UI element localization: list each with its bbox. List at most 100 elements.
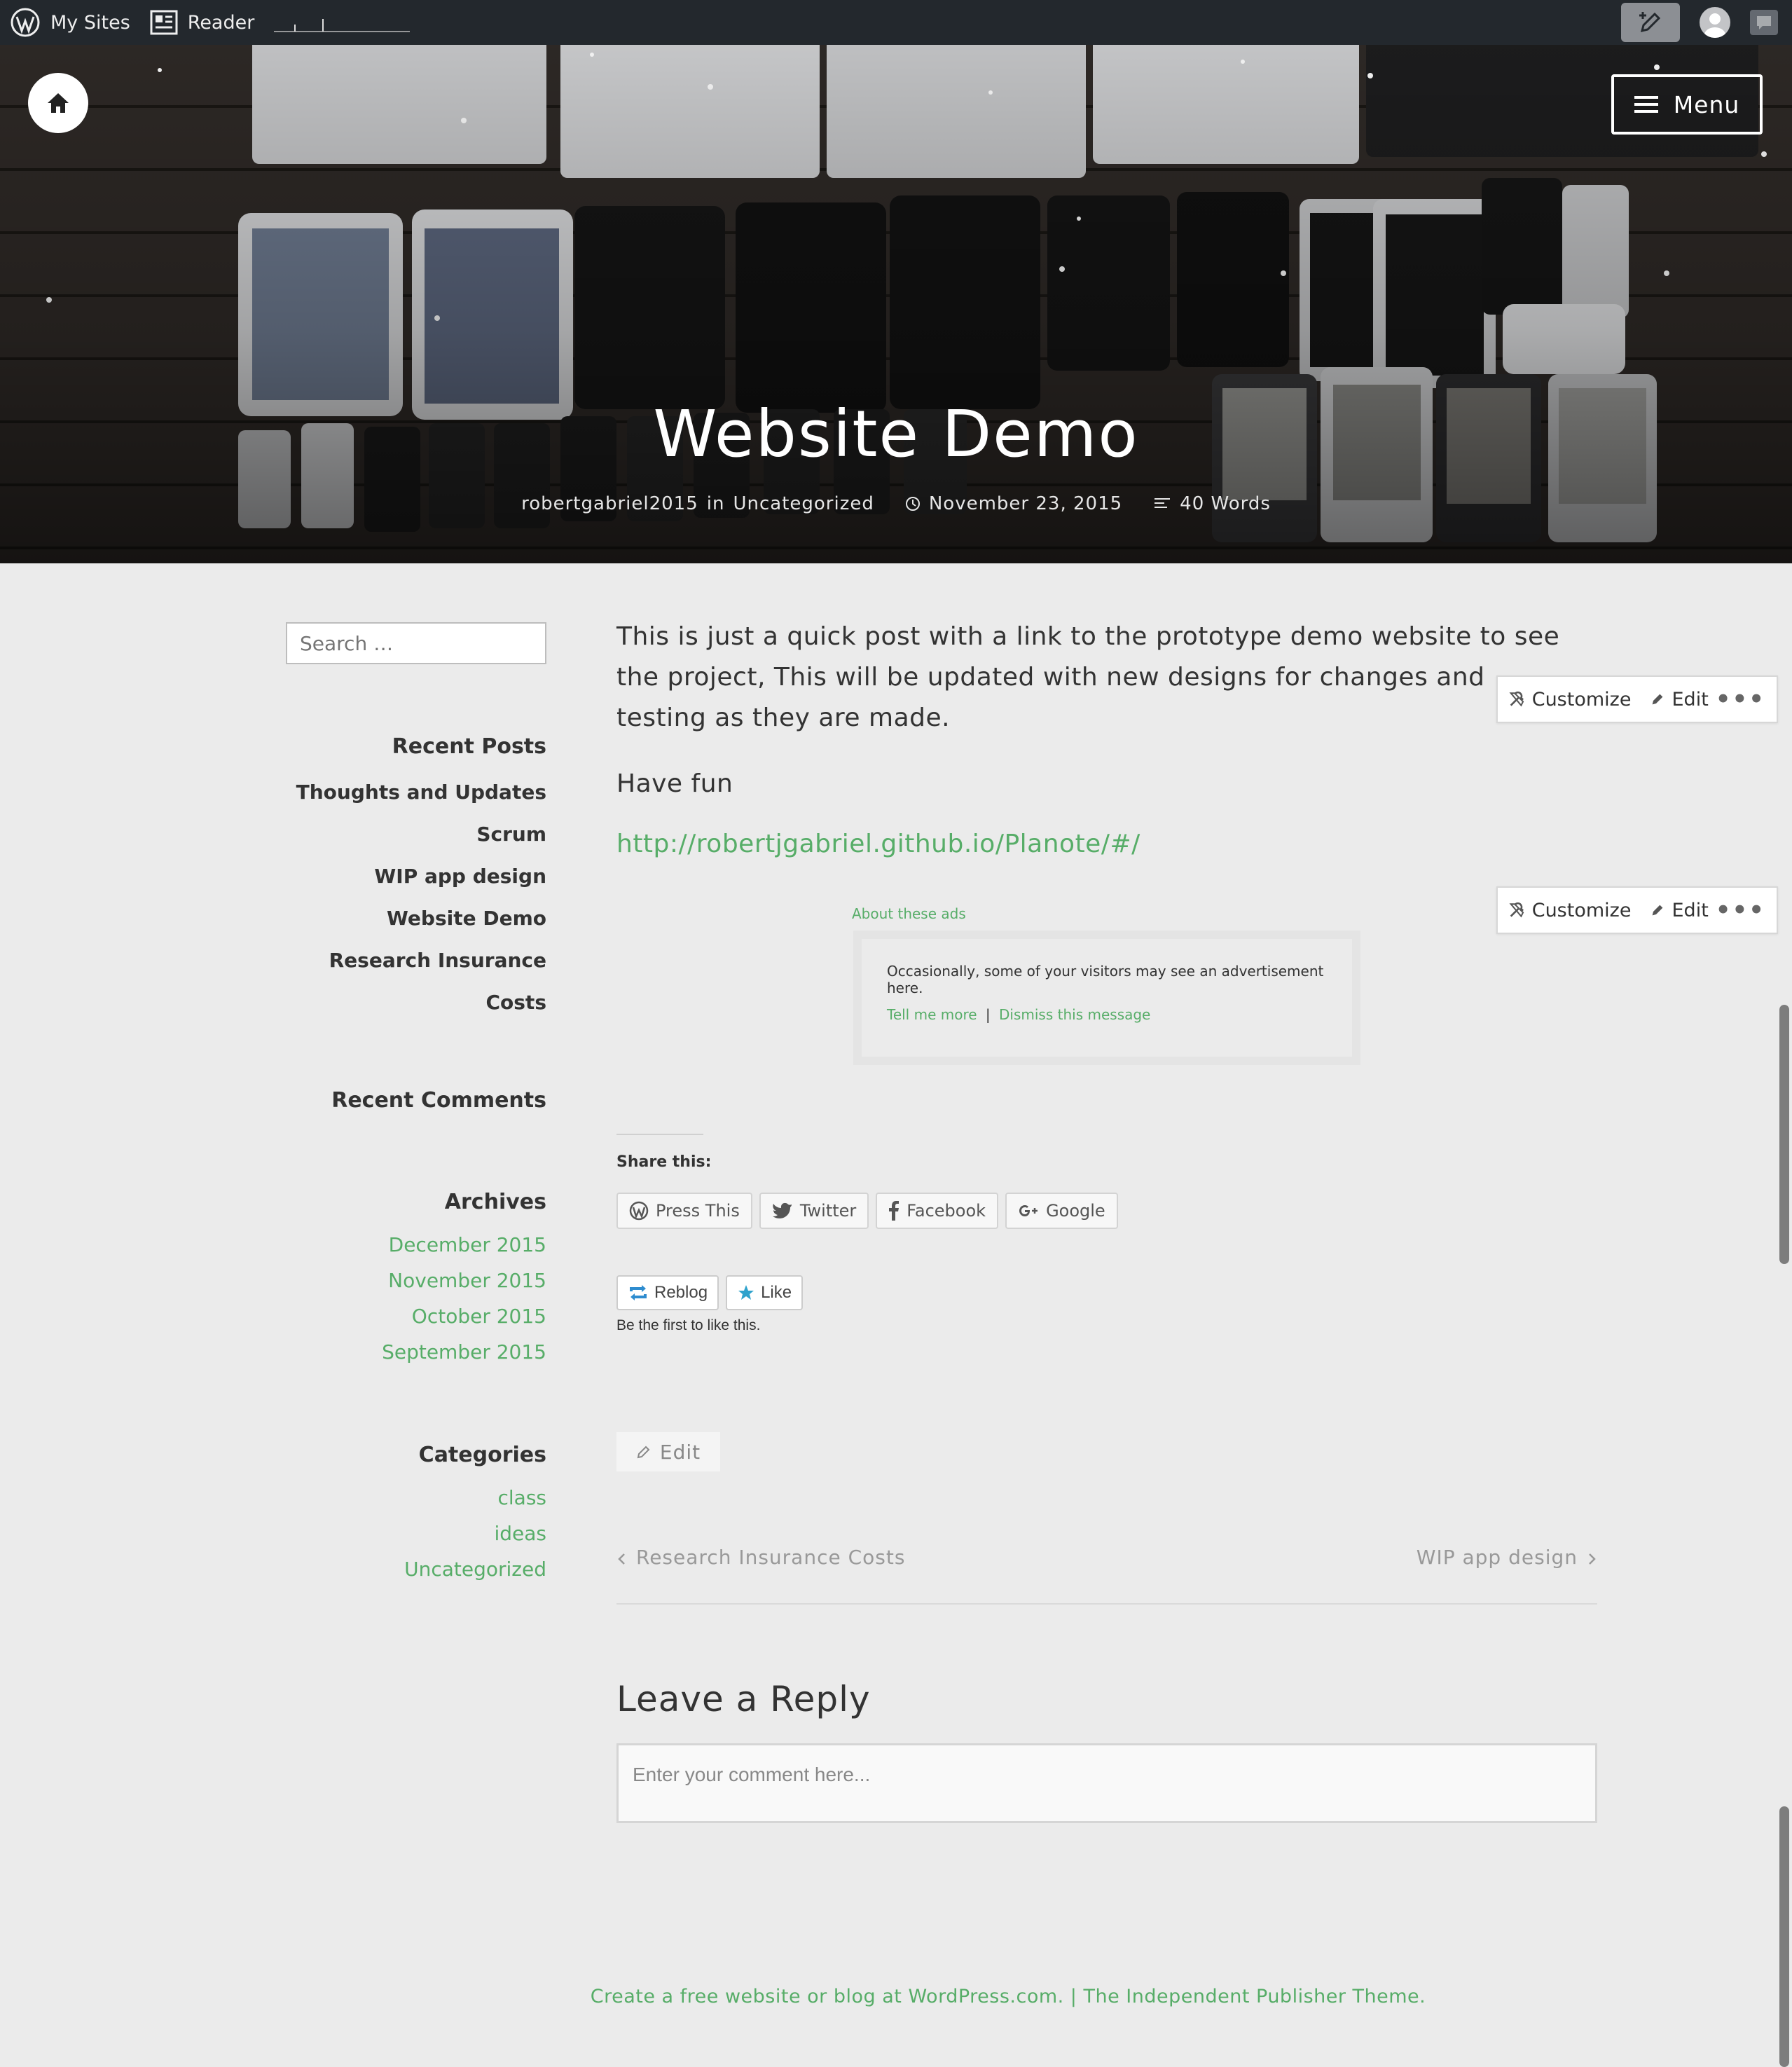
edit-post-label: Edit: [659, 1440, 701, 1464]
recent-post-link[interactable]: Scrum: [286, 813, 546, 856]
reblog-label: Reblog: [654, 1283, 708, 1302]
stats-sparkline-icon[interactable]: [274, 12, 411, 33]
pencil-icon: [1653, 905, 1663, 916]
chevron-right-icon: [1589, 1553, 1596, 1565]
press-this-label: Press This: [656, 1201, 740, 1221]
post-title: Website Demo: [653, 397, 1139, 472]
notifications-button[interactable]: [1750, 10, 1778, 35]
facebook-icon: [889, 1201, 900, 1221]
google-label: Google: [1046, 1201, 1105, 1221]
word-count-label: 40 Words: [1180, 493, 1271, 514]
tell-me-more-link[interactable]: Tell me more: [887, 1006, 977, 1023]
ad-separator: |: [985, 1006, 991, 1023]
clock-icon: [905, 497, 920, 511]
user-avatar[interactable]: [1700, 7, 1730, 38]
author-link[interactable]: robertgabriel2015: [521, 493, 698, 514]
categories-title: Categories: [418, 1443, 546, 1467]
archives-widget: Archives December 2015 November 2015 Oct…: [286, 1190, 546, 1370]
recent-posts-widget: Recent Posts Thoughts and Updates Scrum …: [286, 734, 546, 1024]
like-label: Like: [761, 1283, 792, 1302]
archives-title: Archives: [444, 1190, 546, 1214]
twitter-icon: [772, 1202, 792, 1218]
archive-link[interactable]: September 2015: [286, 1334, 546, 1370]
next-post-label: WIP app design: [1416, 1546, 1578, 1569]
scrollbar-thumb[interactable]: [1779, 1806, 1789, 2067]
ad-notice: Occasionally, some of your visitors may …: [853, 931, 1360, 1065]
my-sites-menu[interactable]: My Sites: [0, 0, 140, 45]
pencil-icon: [1653, 694, 1663, 705]
facebook-label: Facebook: [907, 1201, 986, 1221]
byline: robertgabriel2015 in Uncategorized: [521, 493, 874, 514]
search-input[interactable]: [286, 622, 546, 664]
about-ads-link[interactable]: About these ads: [852, 905, 966, 922]
notification-bubble-icon: [1757, 16, 1771, 29]
write-post-button[interactable]: [1621, 3, 1680, 42]
dismiss-message-link[interactable]: Dismiss this message: [999, 1006, 1150, 1023]
category-link[interactable]: ideas: [286, 1516, 546, 1551]
sidebar: Recent Posts Thoughts and Updates Scrum …: [286, 622, 546, 1587]
share-buttons: Press This Twitter Facebook Google: [616, 1193, 1118, 1229]
reader-label: Reader: [187, 11, 255, 34]
next-post-link[interactable]: WIP app design: [1417, 1546, 1597, 1603]
menu-button[interactable]: Menu: [1611, 74, 1763, 135]
twitter-label: Twitter: [799, 1201, 857, 1221]
first-like-text: Be the first to like this.: [616, 1317, 761, 1333]
ad-notice-text: Occasionally, some of your visitors may …: [887, 963, 1324, 996]
category-link[interactable]: class: [286, 1480, 546, 1516]
reply-title: Leave a Reply: [616, 1679, 871, 1719]
recent-comments-title: Recent Comments: [331, 1088, 546, 1113]
customize-link[interactable]: Customize: [1532, 900, 1632, 921]
recent-post-link[interactable]: Website Demo: [286, 898, 546, 940]
hero-overlay: [0, 45, 1792, 563]
recent-post-link[interactable]: Research Insurance Costs: [286, 940, 546, 1024]
archive-link[interactable]: December 2015: [286, 1227, 546, 1263]
categories-widget: Categories class ideas Uncategorized: [286, 1443, 546, 1587]
post-content: This is just a quick post with a link to…: [616, 617, 1597, 858]
edit-post-button[interactable]: Edit: [616, 1432, 720, 1471]
menu-label: Menu: [1673, 90, 1740, 118]
previous-post-label: Research Insurance Costs: [636, 1546, 906, 1569]
reblog-icon: [630, 1285, 647, 1300]
reader-menu[interactable]: Reader: [140, 0, 265, 45]
like-button[interactable]: Like: [726, 1275, 804, 1310]
site-footer[interactable]: Create a free website or blog at WordPre…: [0, 1986, 1792, 2007]
archive-link[interactable]: October 2015: [286, 1298, 546, 1334]
more-options-icon[interactable]: •••: [1716, 685, 1765, 713]
share-divider: [616, 1134, 703, 1135]
reader-icon: [150, 10, 178, 35]
date-link[interactable]: November 23, 2015: [929, 493, 1122, 514]
word-count-icon: [1155, 498, 1171, 508]
google-share-button[interactable]: Google: [1005, 1193, 1118, 1229]
in-label: in: [706, 493, 725, 514]
post-navigation: Research Insurance Costs WIP app design: [616, 1546, 1597, 1605]
hamburger-icon: [1634, 96, 1658, 113]
home-icon: [48, 93, 69, 113]
edit-link[interactable]: Edit: [1672, 689, 1709, 710]
customize-toolbar: Customize Edit •••: [1496, 886, 1778, 934]
category-link[interactable]: Uncategorized: [286, 1551, 546, 1587]
recent-post-link[interactable]: Thoughts and Updates: [286, 771, 546, 813]
recent-comments-widget: Recent Comments: [286, 1088, 546, 1113]
edit-link[interactable]: Edit: [1672, 900, 1709, 921]
comment-input[interactable]: Enter your comment here...: [616, 1743, 1597, 1823]
facebook-share-button[interactable]: Facebook: [876, 1193, 999, 1229]
write-pen-icon: [1639, 12, 1661, 33]
scrollbar-thumb[interactable]: [1779, 1005, 1789, 1264]
archive-link[interactable]: November 2015: [286, 1263, 546, 1298]
demo-link[interactable]: http://robertjgabriel.github.io/Planote/…: [616, 830, 1597, 858]
post-paragraph: This is just a quick post with a link to…: [616, 622, 1560, 732]
twitter-share-button[interactable]: Twitter: [759, 1193, 869, 1229]
admin-bar: My Sites Reader: [0, 0, 1792, 45]
recent-post-link[interactable]: WIP app design: [286, 856, 546, 898]
press-this-button[interactable]: Press This: [616, 1193, 752, 1229]
ad-notice-links: Tell me more | Dismiss this message: [887, 1006, 1327, 1023]
customize-link[interactable]: Customize: [1532, 689, 1632, 710]
home-button[interactable]: [28, 73, 88, 133]
category-link[interactable]: Uncategorized: [733, 493, 874, 514]
post-date: November 23, 2015: [905, 493, 1122, 514]
star-icon: [738, 1285, 754, 1300]
reblog-button[interactable]: Reblog: [616, 1275, 719, 1310]
more-options-icon[interactable]: •••: [1716, 896, 1765, 924]
previous-post-link[interactable]: Research Insurance Costs: [616, 1546, 905, 1603]
my-sites-label: My Sites: [50, 11, 130, 34]
